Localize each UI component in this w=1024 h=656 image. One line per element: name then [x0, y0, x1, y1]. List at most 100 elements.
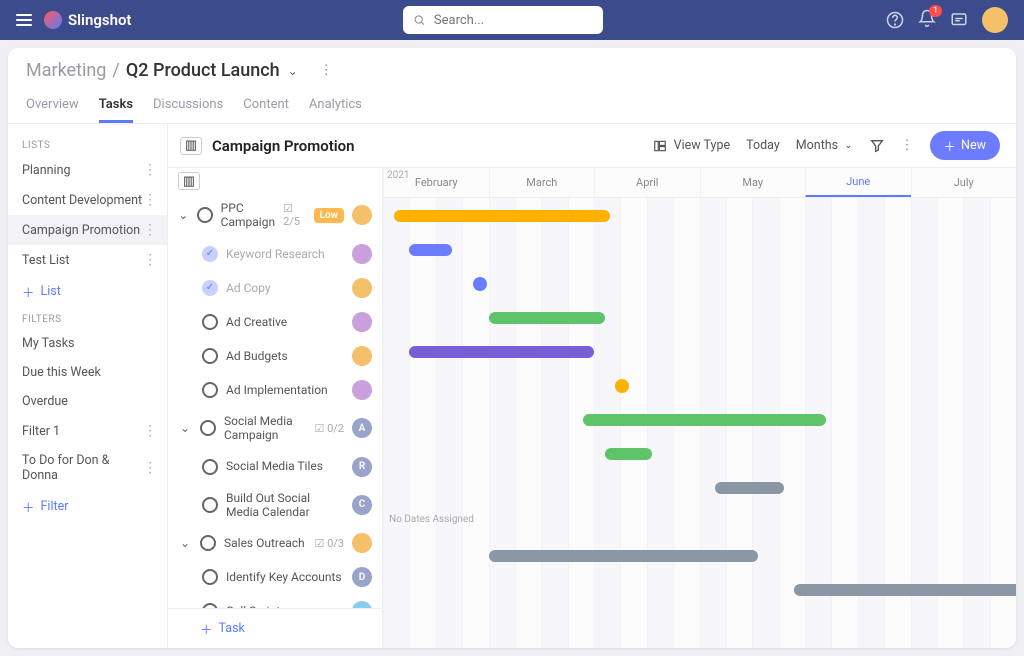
status-circle[interactable] [200, 420, 216, 436]
help-icon[interactable] [886, 11, 904, 29]
gantt-bar[interactable] [583, 414, 826, 426]
checked-icon[interactable]: ✓ [202, 246, 218, 262]
item-menu-icon[interactable]: ⋮ [143, 162, 157, 178]
chat-icon[interactable] [950, 11, 968, 29]
task-row[interactable]: ⌄Sales Outreach☑ 0/3 [168, 526, 382, 560]
item-menu-icon[interactable]: ⋮ [143, 222, 157, 238]
gantt-milestone[interactable] [615, 379, 629, 393]
search-input-wrap[interactable] [403, 6, 603, 34]
task-row[interactable]: Call Scripts [168, 594, 382, 608]
gantt-milestone[interactable] [473, 277, 487, 291]
gantt-bar[interactable] [605, 448, 652, 460]
gantt-bar[interactable] [409, 346, 594, 358]
sidebar-filter-item[interactable]: Filter 1⋮ [8, 416, 167, 446]
assignee-avatar[interactable]: C [352, 495, 372, 515]
status-circle[interactable] [202, 314, 218, 330]
notifications-icon[interactable]: 1 [918, 9, 936, 31]
assignee-avatar[interactable] [352, 278, 372, 298]
toolbar-menu-icon[interactable]: ⋮ [901, 138, 914, 153]
task-row[interactable]: Ad Budgets [168, 339, 382, 373]
task-row[interactable]: Ad Implementation [168, 373, 382, 407]
assignee-avatar[interactable] [352, 244, 372, 264]
gantt-bar[interactable] [715, 482, 784, 494]
filter-icon[interactable] [869, 138, 885, 154]
tab-analytics[interactable]: Analytics [309, 91, 362, 123]
item-menu-icon[interactable]: ⋮ [143, 252, 157, 268]
sidebar-list-item[interactable]: Planning⋮ [8, 155, 167, 185]
sidebar-filter-item[interactable]: My Tasks [8, 329, 167, 358]
assignee-avatar[interactable]: A [352, 418, 372, 438]
sidebar-filter-item[interactable]: To Do for Don & Donna⋮ [8, 446, 167, 490]
item-menu-icon[interactable]: ⋮ [143, 460, 157, 476]
tab-discussions[interactable]: Discussions [153, 91, 223, 123]
assignee-avatar[interactable]: R [352, 457, 372, 477]
add-filter-button[interactable]: ＋Filter [8, 490, 167, 523]
chevron-down-icon[interactable]: ⌄ [178, 421, 192, 435]
brand-logo[interactable]: Slingshot [44, 11, 131, 29]
breadcrumb-root[interactable]: Marketing [26, 60, 106, 81]
assignee-avatar[interactable] [352, 601, 372, 608]
user-avatar[interactable] [982, 7, 1008, 33]
month-header[interactable]: April [594, 168, 700, 197]
month-header[interactable]: May [700, 168, 806, 197]
sidebar-filter-item[interactable]: Overdue [8, 387, 167, 416]
today-button[interactable]: Today [746, 138, 780, 153]
sidebar-list-item[interactable]: Content Development⋮ [8, 185, 167, 215]
breadcrumb-current[interactable]: Q2 Product Launch [126, 60, 280, 81]
month-header[interactable]: July [911, 168, 1017, 197]
months-button[interactable]: Months⌄ [796, 138, 853, 153]
assignee-avatar[interactable] [352, 346, 372, 366]
status-circle[interactable] [202, 459, 218, 475]
item-menu-icon[interactable]: ⋮ [143, 423, 157, 439]
add-list-button[interactable]: ＋List [8, 275, 167, 308]
assignee-avatar[interactable] [352, 205, 372, 225]
viewtype-button[interactable]: View Type [652, 138, 730, 153]
collapse-icon[interactable]: ▥ [178, 172, 200, 190]
task-row[interactable]: Social Media TilesR [168, 450, 382, 484]
assignee-avatar[interactable] [352, 533, 372, 553]
month-header[interactable]: March [489, 168, 595, 197]
gantt-bar[interactable] [794, 584, 1016, 596]
gantt-bar[interactable] [489, 550, 758, 562]
search-input[interactable] [434, 13, 594, 28]
status-circle[interactable] [197, 207, 213, 223]
task-row[interactable]: ⌄Social Media Campaign☑ 0/2A [168, 407, 382, 450]
gantt-timeline[interactable]: 2021 FebruaryMarchAprilMayJuneJuly No Da… [383, 168, 1016, 648]
sidebar-list-item[interactable]: Campaign Promotion⋮ [8, 215, 167, 245]
task-row[interactable]: ✓Ad Copy [168, 271, 382, 305]
task-name: Keyword Research [226, 247, 344, 261]
sidebar-list-item[interactable]: Test List⋮ [8, 245, 167, 275]
status-circle[interactable] [202, 382, 218, 398]
gantt-bar[interactable] [394, 210, 610, 222]
chevron-down-icon[interactable]: ⌄ [288, 64, 298, 78]
list-icon[interactable]: ▥ [180, 137, 202, 155]
sidebar-filter-item[interactable]: Due this Week [8, 358, 167, 387]
checked-icon[interactable]: ✓ [202, 280, 218, 296]
task-row[interactable]: Identify Key AccountsD [168, 560, 382, 594]
new-button[interactable]: ＋New [930, 131, 1000, 160]
tab-content[interactable]: Content [243, 91, 289, 123]
chevron-down-icon[interactable]: ⌄ [178, 536, 192, 550]
task-row[interactable]: Ad Creative [168, 305, 382, 339]
status-circle[interactable] [202, 348, 218, 364]
item-menu-icon[interactable]: ⋮ [143, 192, 157, 208]
chevron-down-icon[interactable]: ⌄ [178, 208, 189, 222]
assignee-avatar[interactable]: D [352, 567, 372, 587]
status-circle[interactable] [202, 569, 218, 585]
status-circle[interactable] [202, 497, 218, 513]
add-task-button[interactable]: ＋Task [168, 608, 382, 648]
task-name: Build Out Social Media Calendar [226, 491, 344, 520]
status-circle[interactable] [200, 535, 216, 551]
assignee-avatar[interactable] [352, 380, 372, 400]
month-header[interactable]: June [805, 168, 911, 197]
breadcrumb-menu-icon[interactable]: ⋮ [320, 63, 333, 78]
tab-tasks[interactable]: Tasks [99, 91, 133, 123]
tab-overview[interactable]: Overview [26, 91, 79, 123]
gantt-bar[interactable] [489, 312, 605, 324]
assignee-avatar[interactable] [352, 312, 372, 332]
menu-icon[interactable] [16, 14, 32, 26]
task-row[interactable]: ✓ Keyword Research [168, 237, 382, 271]
task-row[interactable]: ⌄PPC Campaign☑ 2/5Low [168, 194, 382, 237]
gantt-bar[interactable] [409, 244, 451, 256]
task-row[interactable]: Build Out Social Media Calendar C [168, 484, 382, 527]
